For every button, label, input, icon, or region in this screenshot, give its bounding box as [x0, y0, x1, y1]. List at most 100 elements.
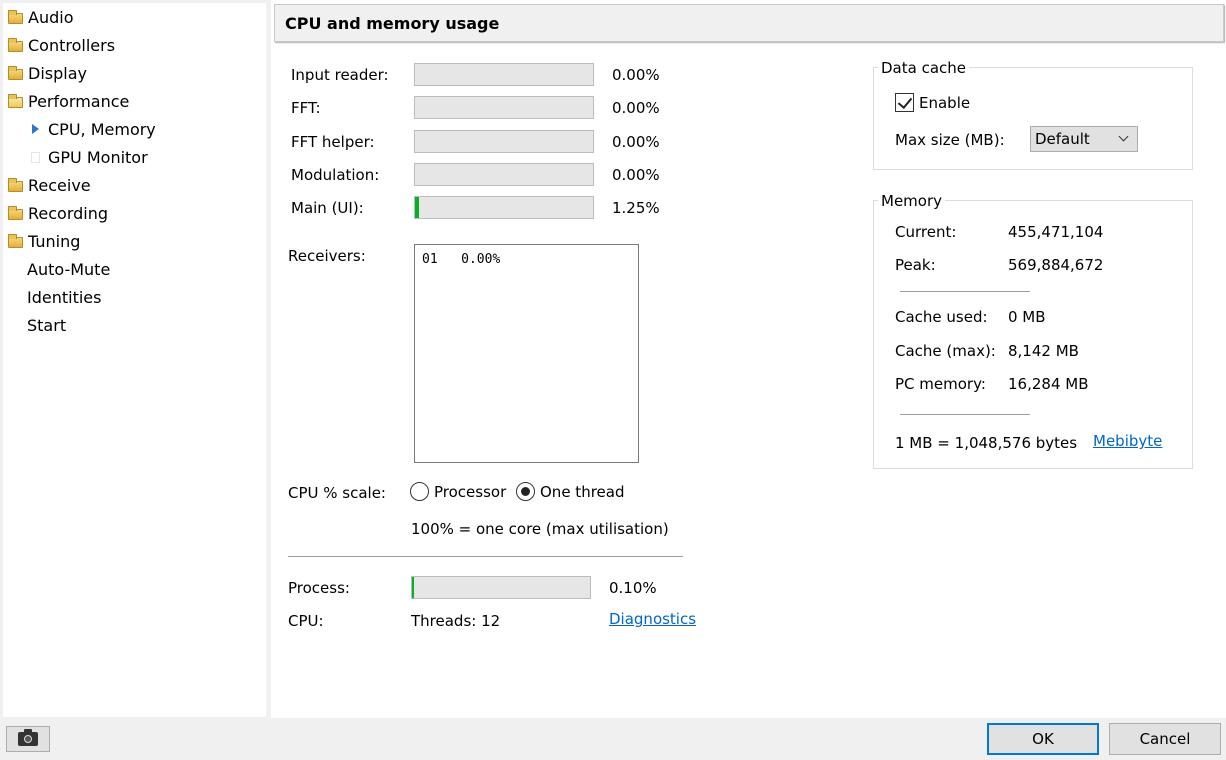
- main-ui-value: 1.25%: [612, 199, 660, 217]
- modulation-bar: [414, 163, 594, 186]
- input-reader-bar: [414, 63, 594, 86]
- folder-icon: [7, 37, 23, 53]
- panel-header: CPU and memory usage: [274, 4, 1224, 42]
- fft-bar: [414, 96, 594, 119]
- radio-button[interactable]: [410, 482, 429, 501]
- memory-title: Memory: [878, 192, 946, 210]
- process-value: 0.10%: [609, 579, 657, 597]
- current-label: Current:: [895, 223, 957, 241]
- sidebar-item-label: Tuning: [28, 231, 81, 251]
- cache-max-label: Cache (max):: [895, 342, 996, 360]
- sidebar-item-receive[interactable]: Receive: [7, 172, 91, 198]
- sidebar-item-label: Recording: [28, 203, 109, 223]
- pc-memory-label: PC memory:: [895, 375, 986, 393]
- sidebar-item-label: GPU Monitor: [48, 147, 148, 167]
- list-item[interactable]: 01 0.00%: [422, 252, 631, 267]
- process-label: Process:: [288, 579, 350, 597]
- divider: [288, 556, 683, 557]
- sidebar-item-cpu-memory[interactable]: CPU, Memory: [27, 116, 156, 142]
- mebibyte-link[interactable]: Mebibyte: [1093, 432, 1162, 450]
- sidebar-item-label: Display: [28, 63, 87, 83]
- sidebar-item-gpu-monitor[interactable]: GPU Monitor: [27, 144, 148, 170]
- cpu-scale-note: 100% = one core (max utilisation): [411, 520, 669, 538]
- main-ui-label: Main (UI):: [291, 199, 364, 217]
- enable-label: Enable: [919, 93, 971, 112]
- sidebar-item-identities[interactable]: Identities: [27, 284, 101, 310]
- main-ui-bar: [414, 196, 594, 219]
- folder-icon: [7, 205, 23, 221]
- receiver-id: 01: [422, 252, 438, 267]
- folder-open-icon: [7, 93, 23, 109]
- receivers-label: Receivers:: [288, 247, 366, 265]
- peak-label: Peak:: [895, 256, 936, 274]
- sidebar-item-controllers[interactable]: Controllers: [7, 32, 115, 58]
- sidebar-item-auto-mute[interactable]: Auto-Mute: [27, 256, 110, 282]
- sidebar-item-label: Controllers: [28, 35, 116, 55]
- divider: [900, 291, 1030, 292]
- max-size-label: Max size (MB):: [895, 131, 1005, 149]
- diagnostics-link[interactable]: Diagnostics: [609, 610, 696, 628]
- chevron-down-icon: [1118, 131, 1129, 142]
- folder-icon: [7, 65, 23, 81]
- current-value: 455,471,104: [1008, 223, 1104, 241]
- cache-used-label: Cache used:: [895, 308, 988, 326]
- sidebar-item-label: Audio: [28, 7, 74, 27]
- radio-one-thread[interactable]: One thread: [516, 482, 624, 501]
- peak-value: 569,884,672: [1008, 256, 1104, 274]
- process-bar: [411, 576, 591, 599]
- data-cache-group: [873, 67, 1193, 170]
- sidebar-item-audio[interactable]: Audio: [7, 4, 73, 30]
- data-cache-title: Data cache: [878, 59, 970, 77]
- cpu-scale-label: CPU % scale:: [288, 484, 386, 502]
- enable-checkbox-row[interactable]: Enable: [895, 93, 970, 112]
- cpu-label: CPU:: [288, 612, 324, 630]
- camera-icon: [18, 729, 38, 746]
- screenshot-button[interactable]: [6, 726, 50, 752]
- cancel-button[interactable]: Cancel: [1109, 723, 1221, 755]
- sidebar-item-tuning[interactable]: Tuning: [7, 228, 80, 254]
- ok-button[interactable]: OK: [987, 723, 1099, 755]
- sidebar-item-display[interactable]: Display: [7, 60, 87, 86]
- sidebar-item-label: Identities: [27, 287, 102, 307]
- selected-arrow-icon: [27, 121, 43, 137]
- sidebar-item-start[interactable]: Start: [27, 312, 66, 338]
- divider: [900, 414, 1030, 415]
- pc-memory-value: 16,284 MB: [1008, 375, 1089, 393]
- sidebar-item-label: Performance: [28, 91, 130, 111]
- blank-page-icon: [27, 149, 43, 165]
- modulation-label: Modulation:: [291, 166, 380, 184]
- folder-icon: [7, 9, 23, 25]
- fft-label: FFT:: [291, 99, 321, 117]
- sidebar-item-recording[interactable]: Recording: [7, 200, 108, 226]
- sidebar-tree: Audio Controllers Display Performance CP…: [3, 3, 266, 717]
- sidebar-item-label: Receive: [28, 175, 91, 195]
- fft-value: 0.00%: [612, 99, 660, 117]
- fft-helper-bar: [414, 130, 594, 153]
- max-size-select[interactable]: Default: [1030, 126, 1138, 152]
- main-panel: CPU and memory usage Input reader: 0.00%…: [271, 0, 1226, 718]
- threads-count: Threads: 12: [411, 612, 501, 630]
- mb-note: 1 MB = 1,048,576 bytes: [895, 434, 1078, 452]
- radio-one-thread-label: One thread: [540, 482, 625, 501]
- input-reader-value: 0.00%: [612, 66, 660, 84]
- sidebar-item-label: CPU, Memory: [48, 119, 156, 139]
- radio-processor-label: Processor: [434, 482, 507, 501]
- input-reader-label: Input reader:: [291, 66, 389, 84]
- modulation-value: 0.00%: [612, 166, 660, 184]
- enable-checkbox[interactable]: [895, 93, 914, 112]
- radio-processor[interactable]: Processor: [410, 482, 506, 501]
- sidebar-item-label: Auto-Mute: [27, 259, 111, 279]
- radio-button[interactable]: [516, 482, 535, 501]
- folder-icon: [7, 177, 23, 193]
- fft-helper-label: FFT helper:: [291, 133, 375, 151]
- receivers-list[interactable]: 01 0.00%: [414, 244, 639, 463]
- cache-max-value: 8,142 MB: [1008, 342, 1079, 360]
- sidebar-item-performance[interactable]: Performance: [7, 88, 129, 114]
- fft-helper-value: 0.00%: [612, 133, 660, 151]
- max-size-value: Default: [1035, 130, 1090, 148]
- sidebar-item-label: Start: [27, 315, 67, 335]
- receiver-value: 0.00%: [461, 252, 501, 267]
- folder-icon: [7, 233, 23, 249]
- cache-used-value: 0 MB: [1008, 308, 1046, 326]
- page-title: CPU and memory usage: [285, 14, 500, 33]
